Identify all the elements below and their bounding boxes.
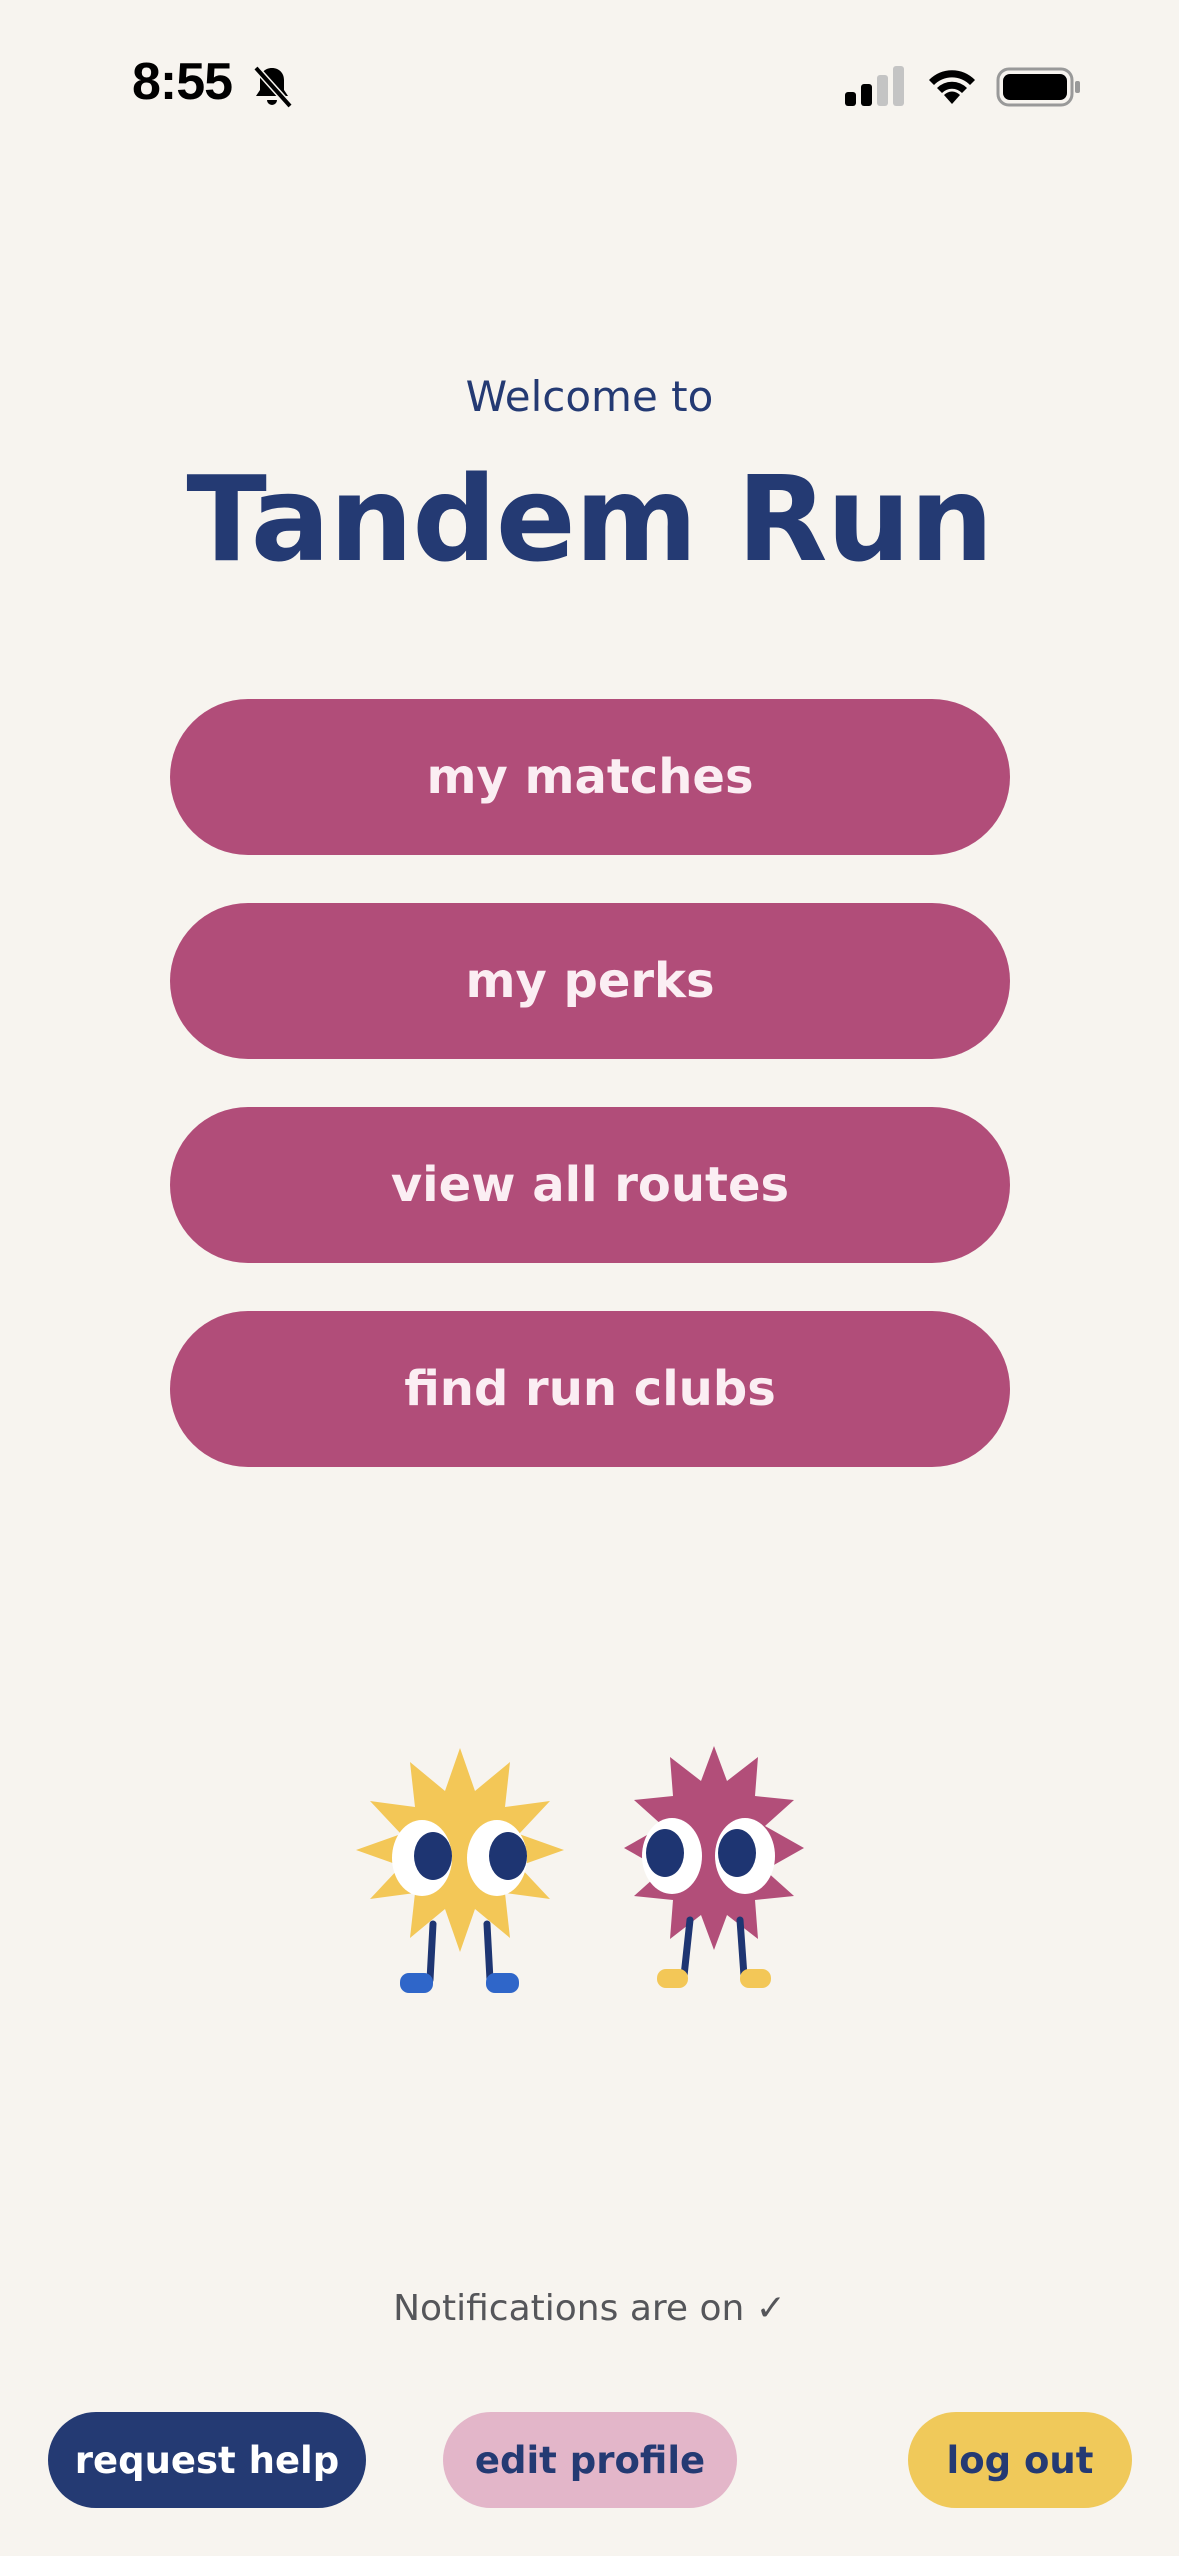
status-time: 8:55 [132, 53, 233, 111]
battery-icon [996, 67, 1080, 107]
view-all-routes-button[interactable]: view all routes [170, 1107, 1010, 1263]
notifications-status: Notifications are on ✓ [393, 2288, 786, 2329]
mascot-illustration [356, 1746, 804, 1993]
welcome-text: Welcome to [465, 372, 714, 421]
edit-profile-button[interactable]: edit profile [443, 2412, 737, 2508]
yellow-mascot [356, 1748, 564, 1993]
pink-mascot [624, 1746, 804, 1988]
request-help-button[interactable]: request help [48, 2412, 366, 2508]
wifi-icon [929, 70, 975, 104]
find-run-clubs-button[interactable]: find run clubs [170, 1311, 1010, 1467]
cellular-signal-icon [845, 66, 904, 106]
my-perks-button[interactable]: my perks [170, 903, 1010, 1059]
log-out-button[interactable]: log out [908, 2412, 1132, 2508]
bell-slash-icon [253, 65, 293, 109]
my-matches-button[interactable]: my matches [170, 699, 1010, 855]
app-title: Tandem Run [186, 450, 993, 588]
